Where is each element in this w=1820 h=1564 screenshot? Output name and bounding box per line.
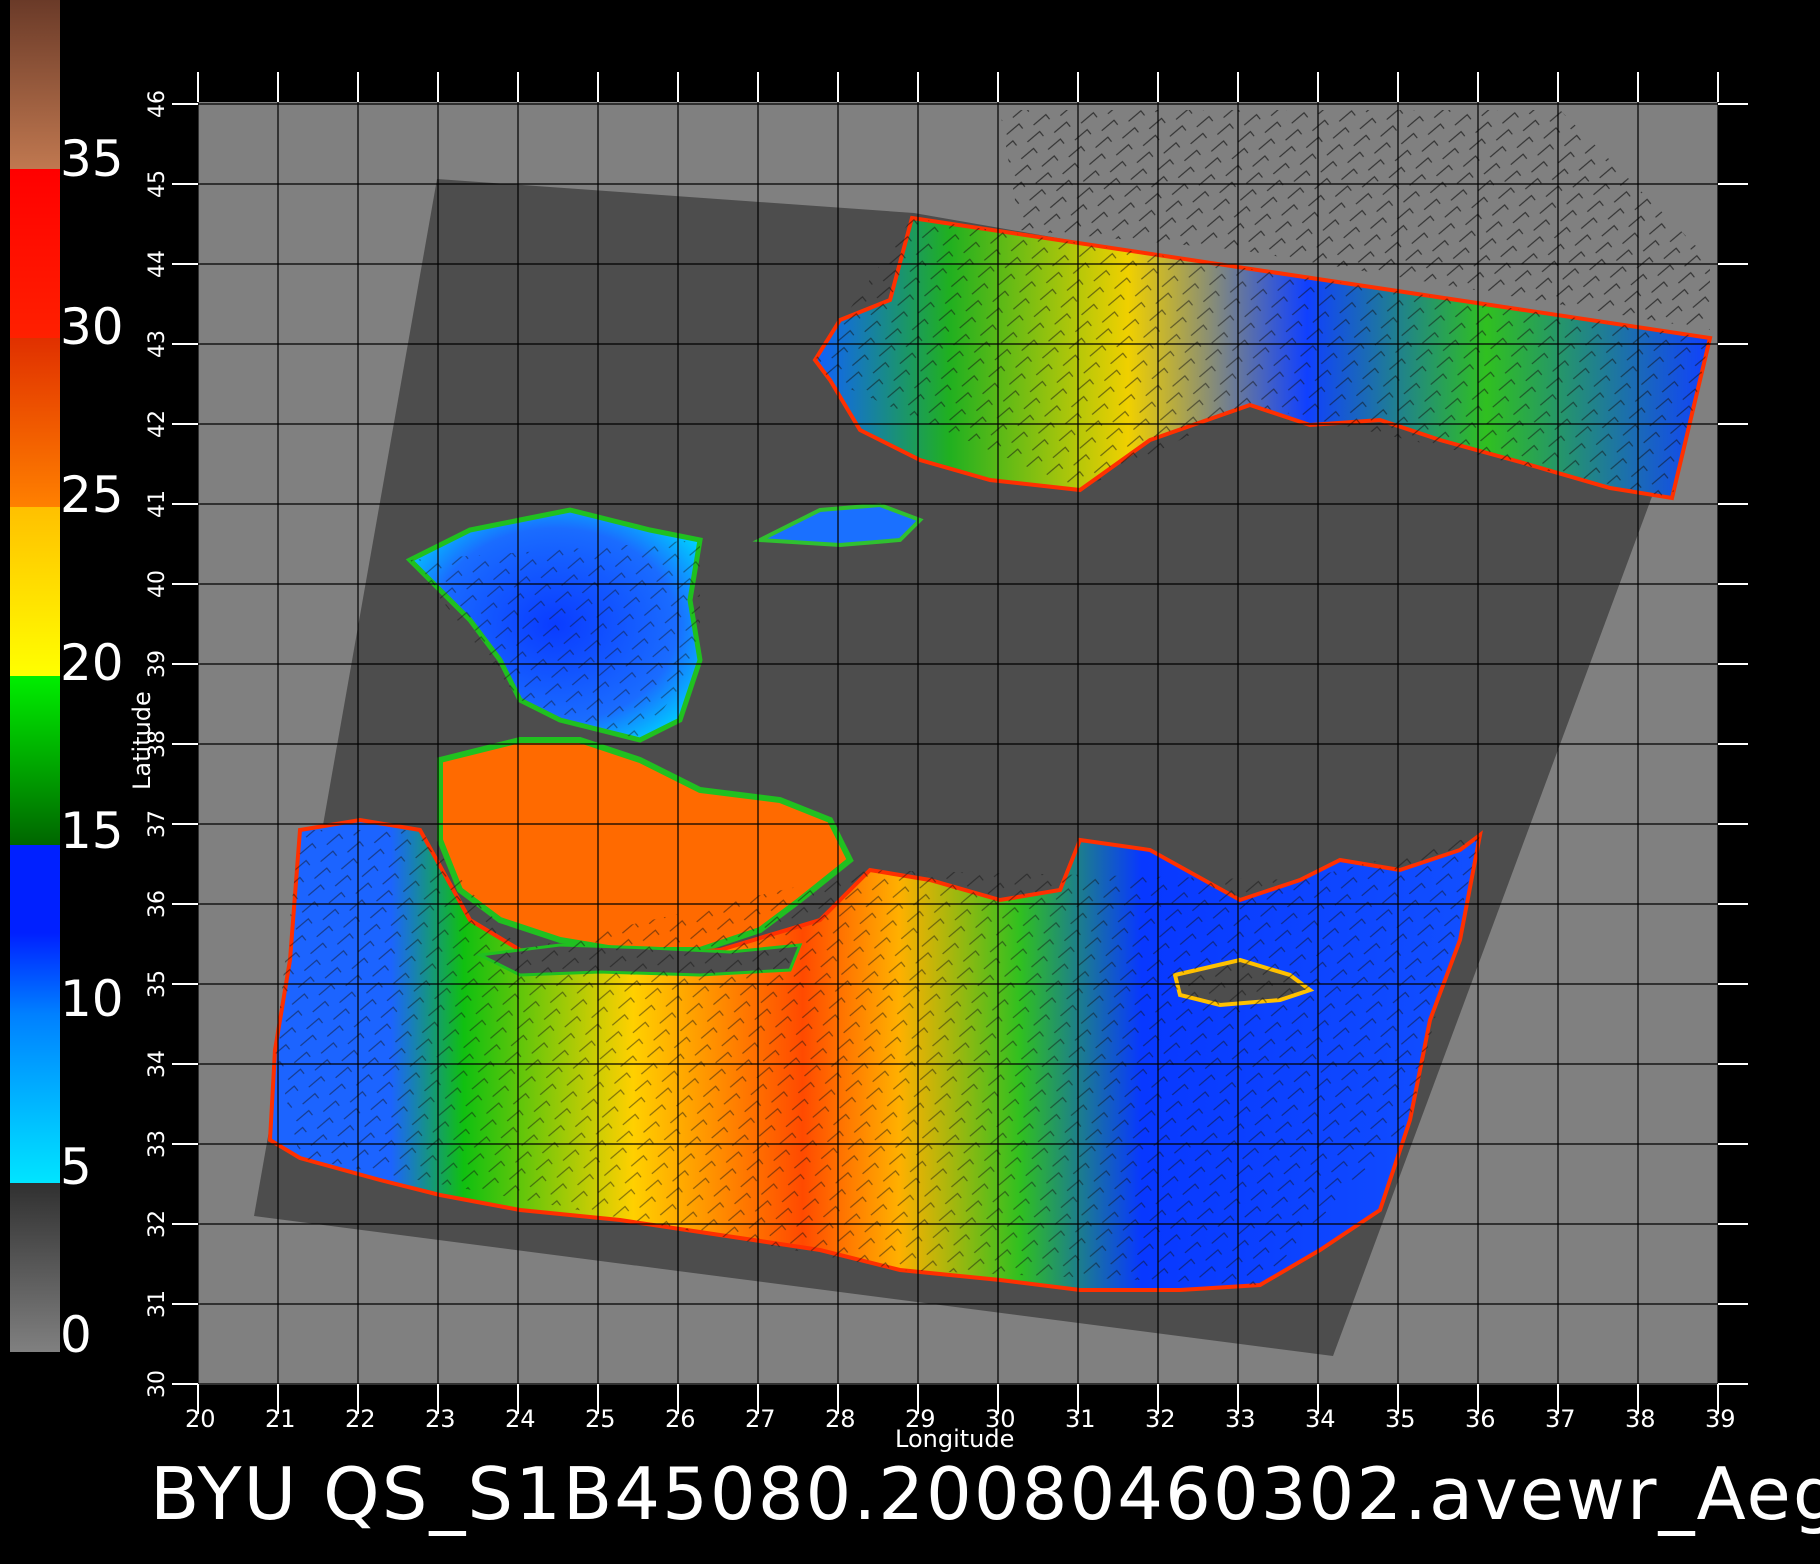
x-tick-label: 25 [585,1405,616,1433]
colorbar-label: 20 [60,634,124,692]
y-tick-label: 37 [145,810,170,838]
x-tick-label: 38 [1625,1405,1656,1433]
figure-caption: BYU QS_S1B45080.20080460302.avewr_Aeg [150,1452,1820,1536]
y-tick-label: 43 [145,330,170,358]
x-tick-label: 21 [265,1405,296,1433]
y-tick-label: 46 [145,90,170,118]
x-tick-label: 20 [185,1405,216,1433]
colorbar-label: 10 [60,970,124,1028]
y-tick-label: 35 [145,970,170,998]
colorbar-label: 5 [60,1138,92,1196]
y-tick-label: 42 [145,410,170,438]
x-tick-label: 32 [1145,1405,1176,1433]
y-tick-label: 40 [145,570,170,598]
x-tick-label: 33 [1225,1405,1256,1433]
y-tick-label: 39 [145,650,170,678]
colorbar [10,0,60,1352]
map-canvas [10,0,1748,1414]
x-tick-label: 26 [665,1405,696,1433]
wind-map-figure: 20 21 22 23 24 25 26 27 28 29 30 31 32 33 34 35 36 37 38 39… [0,0,1820,1560]
colorbar-label: 15 [60,802,124,860]
colorbar-label: 30 [60,298,124,356]
x-tick-label: 28 [825,1405,856,1433]
y-tick-label: 34 [145,1050,170,1078]
x-tick-label: 39 [1705,1405,1736,1433]
x-axis-label: Longitude [895,1425,1015,1453]
y-tick-label: 31 [145,1290,170,1318]
colorbar-label: 0 [60,1306,92,1364]
colorbar-label: 35 [60,130,124,188]
x-tick-label: 36 [1465,1405,1496,1433]
y-tick-label: 36 [145,890,170,918]
x-tick-label: 23 [425,1405,456,1433]
colorbar-label: 25 [60,466,124,524]
x-tick-label: 22 [345,1405,376,1433]
y-tick-label: 41 [145,490,170,518]
y-axis-label: Latitude [128,691,156,790]
y-tick-label: 33 [145,1130,170,1158]
y-tick-label: 45 [145,170,170,198]
x-tick-label: 24 [505,1405,536,1433]
y-tick-label: 30 [145,1370,170,1398]
x-tick-label: 35 [1385,1405,1416,1433]
x-tick-label: 34 [1305,1405,1336,1433]
y-tick-label: 32 [145,1210,170,1238]
x-tick-label: 27 [745,1405,776,1433]
y-tick-label: 44 [145,250,170,278]
x-tick-label: 37 [1545,1405,1576,1433]
x-tick-label: 31 [1065,1405,1096,1433]
